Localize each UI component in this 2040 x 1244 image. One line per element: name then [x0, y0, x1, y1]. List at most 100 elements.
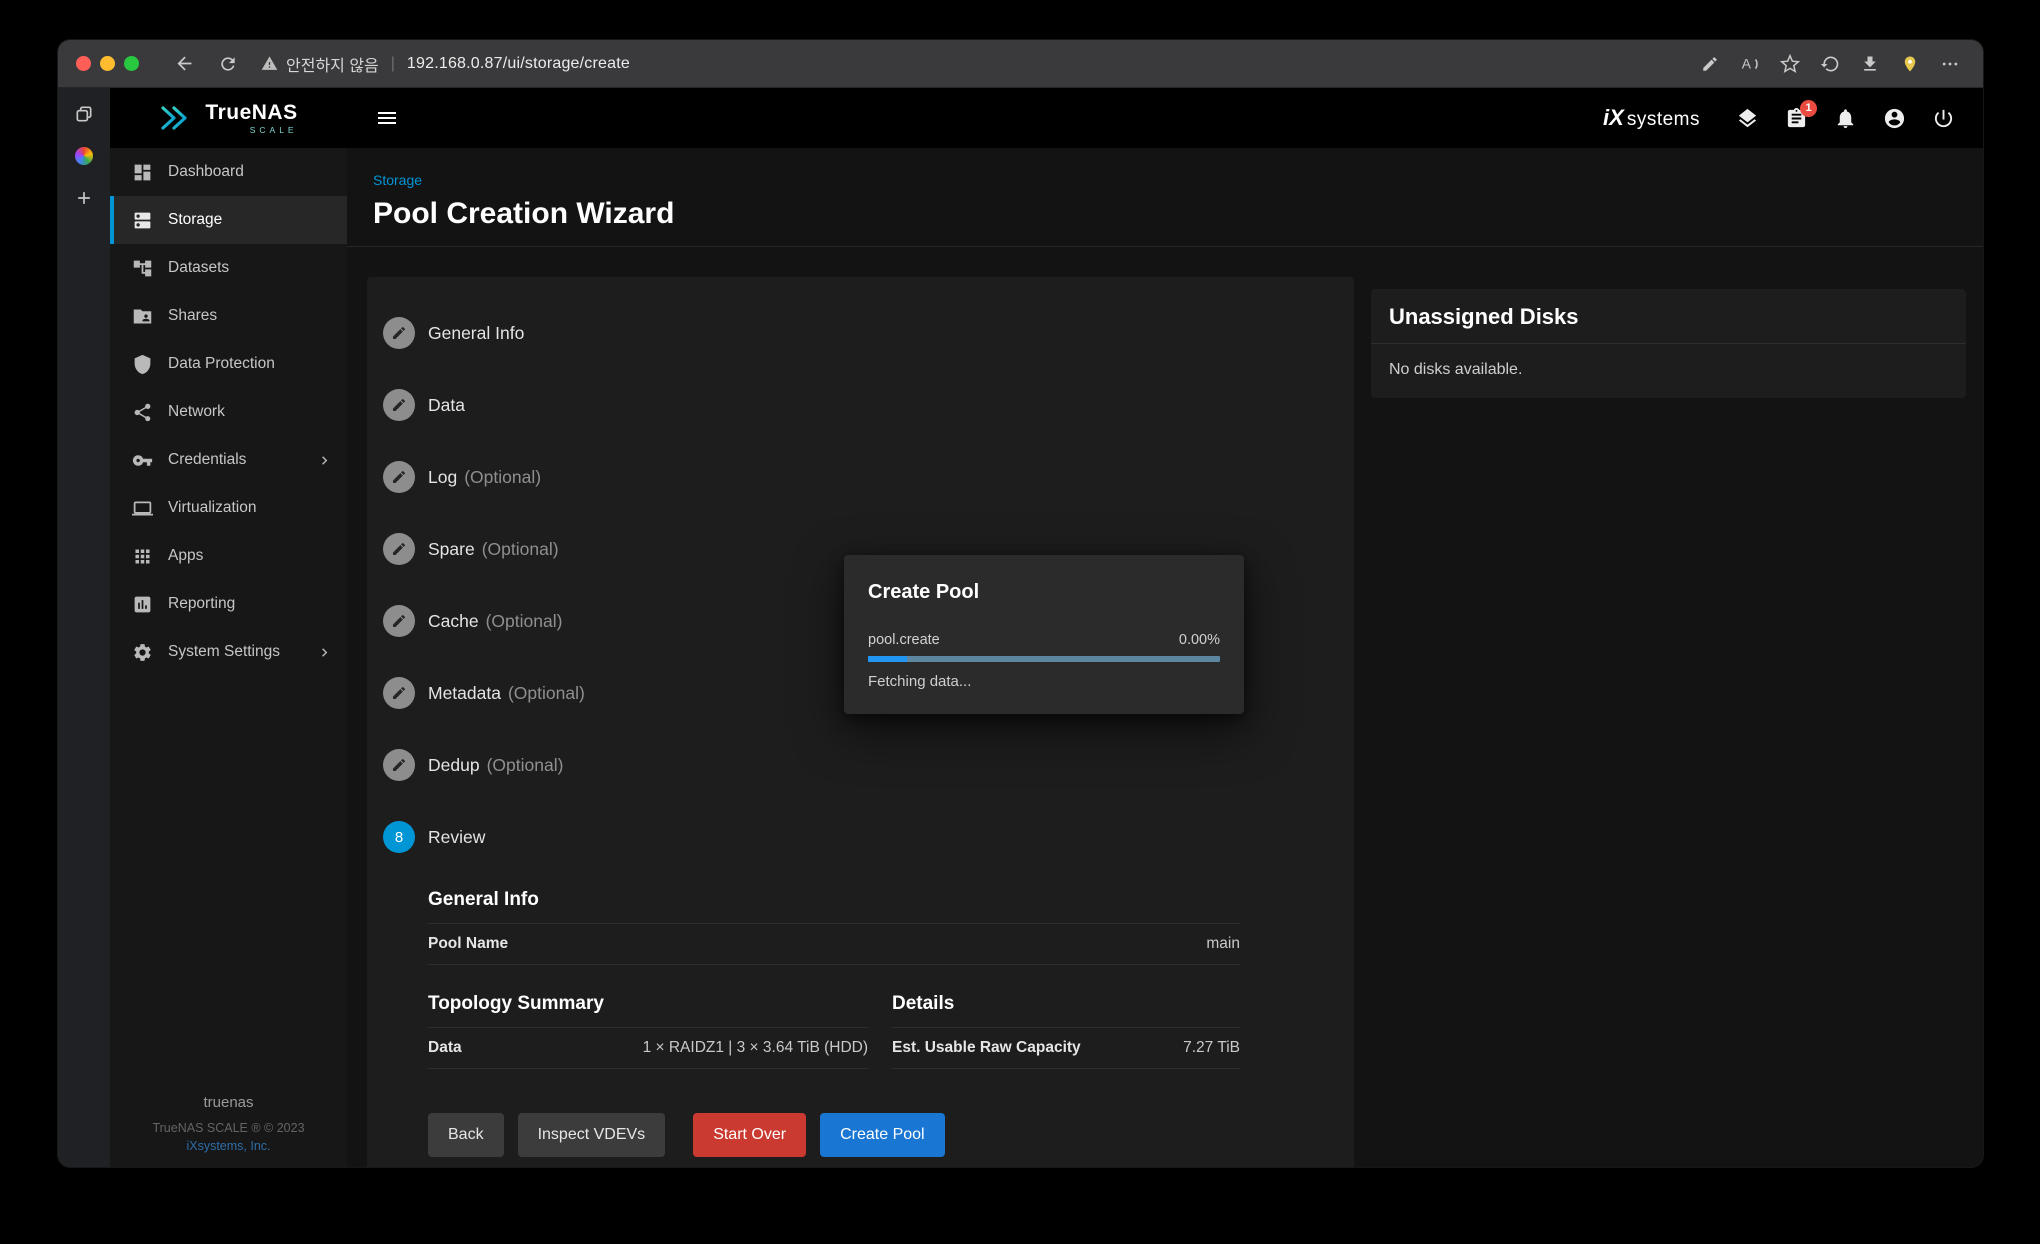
edit-step-button[interactable]	[383, 677, 415, 709]
wizard-step-data[interactable]: Data	[383, 369, 1354, 441]
pencil-icon	[391, 541, 407, 557]
sidebar-item-virtualization[interactable]: Virtualization	[110, 484, 347, 532]
sidebar-item-label: Virtualization	[168, 499, 256, 517]
window-zoom-button[interactable]	[124, 56, 139, 71]
unassigned-disks-card: Unassigned Disks No disks available.	[1371, 289, 1966, 398]
breadcrumb[interactable]: Storage	[373, 172, 422, 188]
chevron-right-icon	[316, 644, 333, 661]
location-pin-icon[interactable]	[1895, 49, 1925, 79]
edit-step-button[interactable]	[383, 533, 415, 565]
sidebar-item-shares[interactable]: Shares	[110, 292, 347, 340]
account-icon[interactable]	[1883, 107, 1906, 130]
step-optional-label: (Optional)	[464, 467, 541, 488]
topology-column: Topology Summary Data 1 × RAIDZ1 | 3 × 3…	[428, 993, 868, 1069]
window-minimize-button[interactable]	[100, 56, 115, 71]
progress-bar	[868, 656, 1220, 662]
reload-icon[interactable]	[213, 49, 243, 79]
sidebar-item-label: Shares	[168, 307, 217, 325]
start-over-button[interactable]: Start Over	[693, 1113, 806, 1157]
step-label: Dedup	[428, 755, 480, 776]
storage-icon	[132, 210, 153, 231]
wizard-step-review[interactable]: 8 Review	[383, 801, 1354, 873]
pool-wizard-card: General Info Data	[367, 277, 1354, 1167]
extension-icon[interactable]	[70, 142, 98, 170]
step-optional-label: (Optional)	[482, 539, 559, 560]
sidebar-item-reporting[interactable]: Reporting	[110, 580, 347, 628]
pool-name-value: main	[1206, 935, 1240, 953]
sidebar-item-label: Apps	[168, 547, 203, 565]
create-pool-button[interactable]: Create Pool	[820, 1113, 945, 1157]
sync-icon[interactable]	[1815, 49, 1845, 79]
sidebar-item-label: Datasets	[168, 259, 229, 277]
sidebar-item-storage[interactable]: Storage	[110, 196, 347, 244]
window-close-button[interactable]	[76, 56, 91, 71]
power-icon[interactable]	[1932, 107, 1955, 130]
sidebar-item-label: Storage	[168, 211, 222, 229]
copyright-text: TrueNAS SCALE ® © 2023	[110, 1121, 347, 1135]
read-aloud-icon[interactable]: A	[1735, 49, 1765, 79]
url-separator: |	[391, 55, 395, 73]
wizard-step-log[interactable]: Log (Optional)	[383, 441, 1354, 513]
url-text: 192.168.0.87/ui/storage/create	[407, 55, 630, 73]
desktop-background: 안전하지 않음 | 192.168.0.87/ui/storage/create…	[0, 0, 2040, 1244]
dialog-title: Create Pool	[868, 581, 1220, 604]
wizard-actions: Back Inspect VDEVs Start Over Create Poo…	[428, 1113, 1240, 1157]
back-button[interactable]: Back	[428, 1113, 504, 1157]
apps-grid-icon	[132, 546, 153, 567]
address-bar[interactable]: 안전하지 않음 | 192.168.0.87/ui/storage/create	[261, 52, 630, 76]
monitor-icon	[132, 498, 153, 519]
tab-overview-icon[interactable]	[70, 100, 98, 128]
no-disks-message: No disks available.	[1371, 344, 1966, 398]
page-header: Storage Pool Creation Wizard	[347, 148, 1983, 247]
edit-step-button[interactable]	[383, 461, 415, 493]
sidebar-item-credentials[interactable]: Credentials	[110, 436, 347, 484]
inspect-vdevs-button[interactable]: Inspect VDEVs	[518, 1113, 666, 1157]
data-vdev-value: 1 × RAIDZ1 | 3 × 3.64 TiB (HDD)	[643, 1039, 868, 1057]
review-section: General Info Pool Name main Topology Sum…	[428, 889, 1240, 1157]
capacity-label: Est. Usable Raw Capacity	[892, 1039, 1081, 1057]
more-menu-icon[interactable]	[1935, 49, 1965, 79]
sidebar-footer: truenas TrueNAS SCALE ® © 2023 iXsystems…	[110, 1094, 347, 1153]
general-info-heading: General Info	[428, 889, 1240, 911]
step-optional-label: (Optional)	[486, 611, 563, 632]
sidebar-item-dashboard[interactable]: Dashboard	[110, 148, 347, 196]
tasks-clipboard-icon[interactable]: 1	[1785, 107, 1808, 130]
sidebar-item-label: Data Protection	[168, 355, 275, 373]
truenas-logo-icon	[159, 104, 195, 132]
edit-step-button[interactable]	[383, 605, 415, 637]
sidebar-item-network[interactable]: Network	[110, 388, 347, 436]
back-icon[interactable]	[169, 49, 199, 79]
menu-toggle-icon[interactable]	[375, 106, 399, 130]
download-icon[interactable]	[1855, 49, 1885, 79]
progress-bar-fill	[868, 656, 907, 662]
edit-step-button[interactable]	[383, 389, 415, 421]
sidebar-item-data-protection[interactable]: Data Protection	[110, 340, 347, 388]
brand-subname: SCALE	[250, 126, 298, 135]
wizard-step-dedup[interactable]: Dedup (Optional)	[383, 729, 1354, 801]
sidebar-item-datasets[interactable]: Datasets	[110, 244, 347, 292]
toolbar-actions: A	[1695, 49, 1965, 79]
favorites-star-icon[interactable]	[1775, 49, 1805, 79]
hostname: truenas	[110, 1094, 347, 1111]
wizard-step-general-info[interactable]: General Info	[383, 297, 1354, 369]
shield-icon	[132, 354, 153, 375]
chart-icon	[132, 594, 153, 615]
security-warning-text: 안전하지 않음	[286, 52, 379, 76]
sidebar-item-apps[interactable]: Apps	[110, 532, 347, 580]
dialog-status-text: Fetching data...	[868, 673, 1220, 690]
new-tab-icon[interactable]	[70, 184, 98, 212]
truenas-logo[interactable]: TrueNAS SCALE	[110, 102, 347, 135]
sidebar-item-system-settings[interactable]: System Settings	[110, 628, 347, 676]
browser-window: 안전하지 않음 | 192.168.0.87/ui/storage/create…	[58, 40, 1983, 1167]
gear-icon	[132, 642, 153, 663]
brand-name: TrueNAS	[205, 102, 297, 123]
pen-icon[interactable]	[1695, 49, 1725, 79]
edit-step-button[interactable]	[383, 749, 415, 781]
create-pool-dialog: Create Pool pool.create 0.00% Fetching d…	[844, 555, 1244, 714]
capacity-value: 7.27 TiB	[1183, 1039, 1240, 1057]
jobs-layers-icon[interactable]	[1736, 107, 1759, 130]
notifications-bell-icon[interactable]	[1834, 107, 1857, 130]
ixsystems-link[interactable]: iXsystems, Inc.	[110, 1139, 347, 1153]
step-number-badge[interactable]: 8	[383, 821, 415, 853]
edit-step-button[interactable]	[383, 317, 415, 349]
